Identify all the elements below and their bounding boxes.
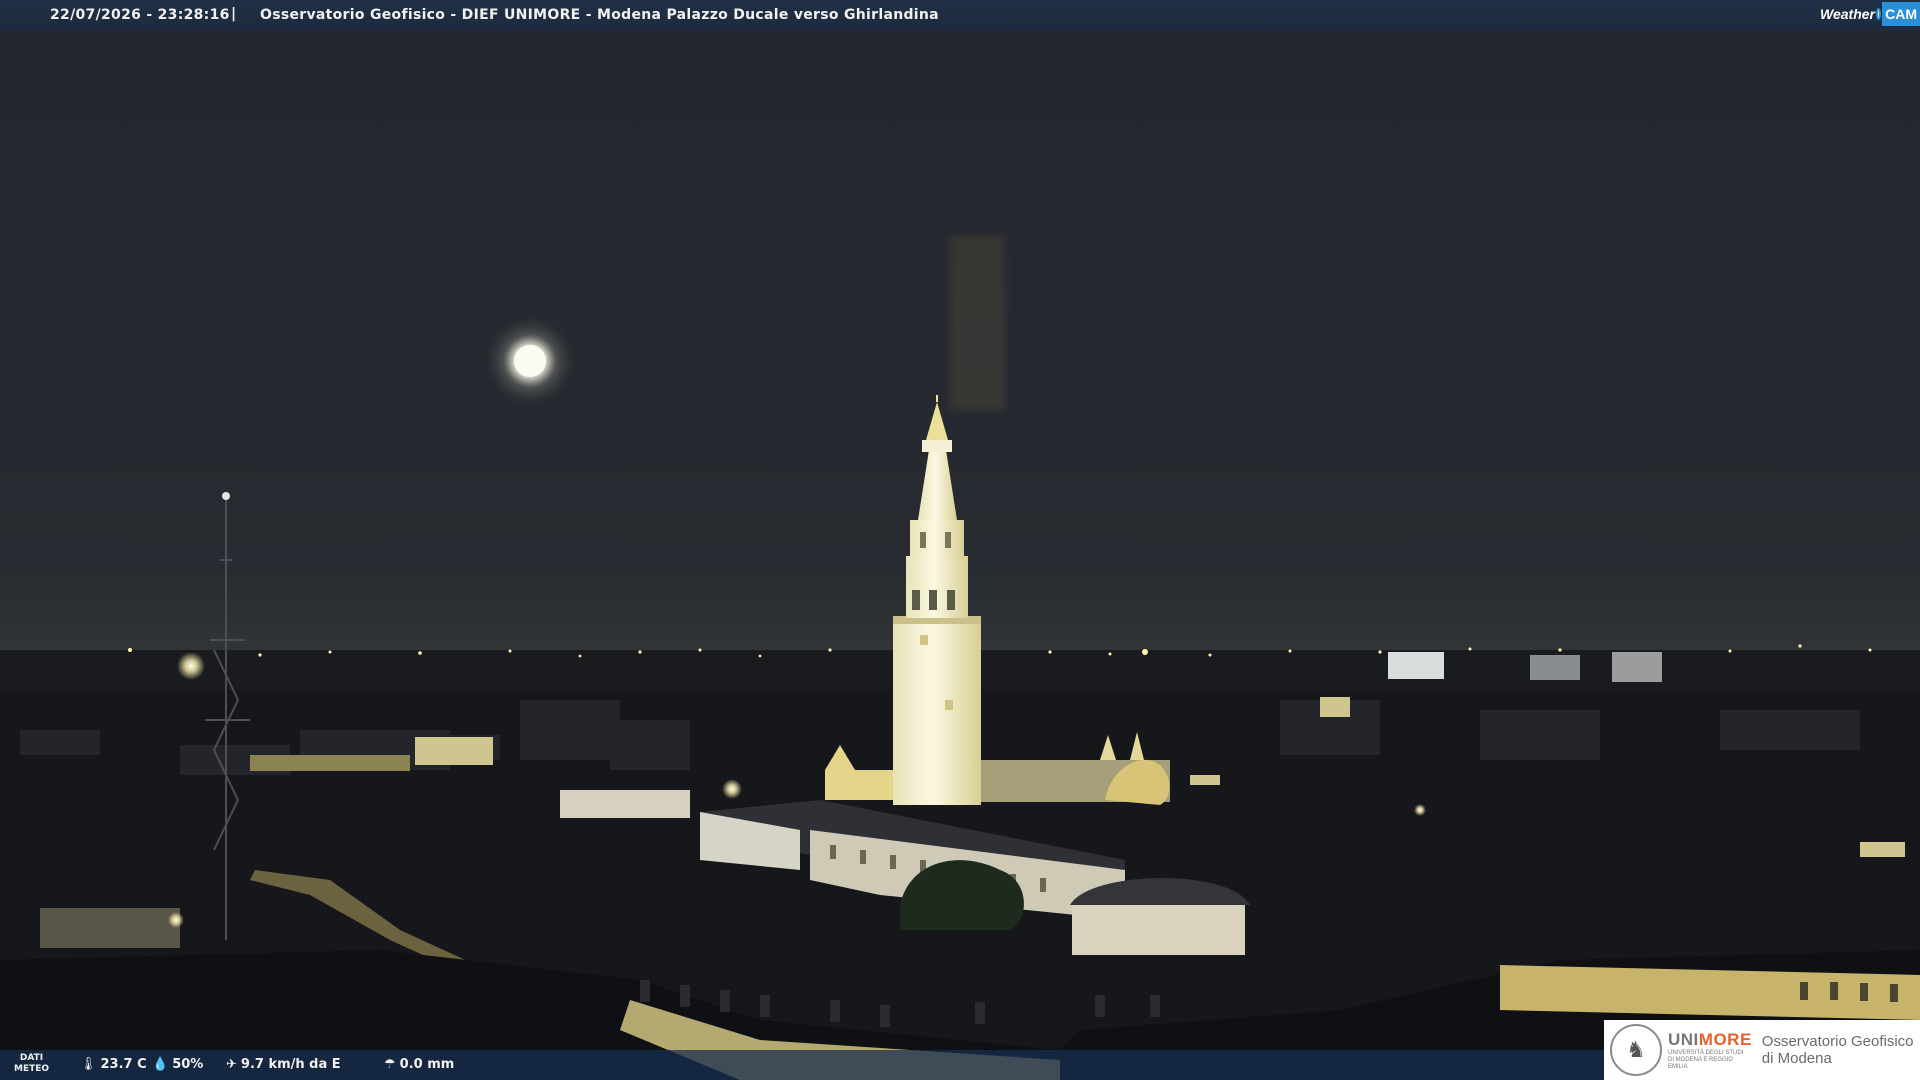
rain-value: 0.0 mm [399,1057,455,1072]
unimore-logo: UNIMORE UNIVERSITÀ DEGLI STUDI DI MODENA… [1668,1030,1752,1071]
timestamp: 22/07/2026 - 23:28:16 [50,7,230,23]
top-info-bar: 22/07/2026 - 23:28:16 | Osservatorio Geo… [0,0,1920,30]
observatory-line1: Osservatorio Geofisico [1761,1033,1914,1050]
lens-reflection [950,235,1005,410]
weather-data-bar: DATI METEO 🌡 23.7 C 💧 50% ✈ 9.7 km/h da … [0,1050,1610,1080]
logo-cam-text: CAM [1882,2,1920,26]
logo-weather-text: Weather [1820,6,1875,22]
webcam-image: 22/07/2026 - 23:28:16 | Osservatorio Geo… [0,0,1920,1080]
thermometer-icon: 🌡 [80,1057,97,1072]
mast-light [222,492,230,500]
unimore-prefix: UNI [1668,1029,1699,1049]
distant-building-gray [1530,655,1580,680]
wind-value: 9.7 km/h da E [240,1057,341,1072]
unimore-suffix: MORE [1698,1029,1752,1049]
temperature-value: 23.7 C [100,1057,147,1072]
wind-readout: ✈ 9.7 km/h da E [226,1057,341,1072]
header-separator: | [231,6,237,22]
observatory-line2: di Modena [1761,1050,1832,1067]
distant-building-white [1388,652,1444,679]
lamp-lit-street [722,779,742,799]
lamp-right [1414,804,1426,816]
humidity-readout: 💧 50% [152,1057,203,1072]
moon [514,345,546,377]
unimore-wordmark: UNIMORE [1668,1030,1752,1050]
umbrella-icon: ☂ [384,1057,396,1072]
distant-building-gray-2 [1612,652,1662,682]
temperature-readout: 🌡 23.7 C [80,1057,147,1072]
left-lit-building [40,908,180,948]
university-seal-icon: ♞ [1610,1024,1662,1076]
rain-readout: ☂ 0.0 mm [384,1057,454,1072]
logo-dot-icon [1875,8,1882,20]
humidity-value: 50% [172,1057,204,1072]
unimore-subtitle: UNIVERSITÀ DEGLI STUDI DI MODENA E REGGI… [1668,1049,1744,1070]
weathercam-logo: Weather CAM [1816,0,1920,28]
wind-icon: ✈ [226,1057,237,1072]
city-skyline-scene [0,313,1920,1080]
weather-data-label: DATI METEO [14,1053,49,1075]
weather-label-line1: DATI [19,1053,44,1063]
camera-title: Osservatorio Geofisico - DIEF UNIMORE - … [260,7,939,23]
droplet-icon: 💧 [152,1057,169,1072]
mast-lamp [177,652,205,680]
observatory-name: Osservatorio Geofisico di Modena [1762,1033,1914,1067]
ghirlandina-tower [893,395,981,805]
weather-label-line2: METEO [14,1064,50,1074]
left-lamp [168,912,184,928]
institution-logo-panel: ♞ UNIMORE UNIVERSITÀ DEGLI STUDI DI MODE… [1604,1020,1920,1080]
